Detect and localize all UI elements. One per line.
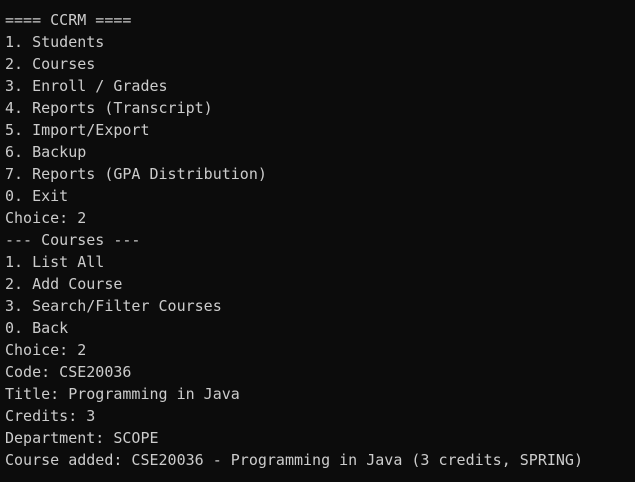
courses-menu-item-back: 0. Back [5, 319, 69, 337]
main-menu-item-reports-gpa: 7. Reports (GPA Distribution) [5, 165, 267, 183]
main-menu-item-courses: 2. Courses [5, 55, 96, 73]
courses-menu-item-add-course: 2. Add Course [5, 275, 123, 293]
courses-menu-item-search-filter: 3. Search/Filter Courses [5, 297, 222, 315]
courses-menu-choice-prompt: Choice: 2 [5, 341, 87, 359]
main-menu-item-students: 1. Students [5, 33, 105, 51]
main-menu-item-backup: 6. Backup [5, 143, 87, 161]
main-menu-header: ==== CCRM ==== [5, 11, 132, 29]
main-menu-choice-prompt: Choice: 2 [5, 209, 87, 227]
course-department-prompt: Department: SCOPE [5, 429, 159, 447]
main-menu-item-enroll-grades: 3. Enroll / Grades [5, 77, 168, 95]
courses-menu-item-list-all: 1. List All [5, 253, 105, 271]
main-menu-item-exit: 0. Exit [5, 187, 69, 205]
console-output: ==== CCRM ==== 1. Students 2. Courses 3.… [5, 9, 583, 471]
course-title-prompt: Title: Programming in Java [5, 385, 240, 403]
courses-menu-header: --- Courses --- [5, 231, 141, 249]
course-code-prompt: Code: CSE20036 [5, 363, 132, 381]
course-added-message: Course added: CSE20036 - Programming in … [5, 451, 583, 469]
main-menu-item-import-export: 5. Import/Export [5, 121, 150, 139]
console-window[interactable]: ==== CCRM ==== 1. Students 2. Courses 3.… [0, 0, 635, 482]
main-menu-item-reports-transcript: 4. Reports (Transcript) [5, 99, 213, 117]
course-credits-prompt: Credits: 3 [5, 407, 96, 425]
